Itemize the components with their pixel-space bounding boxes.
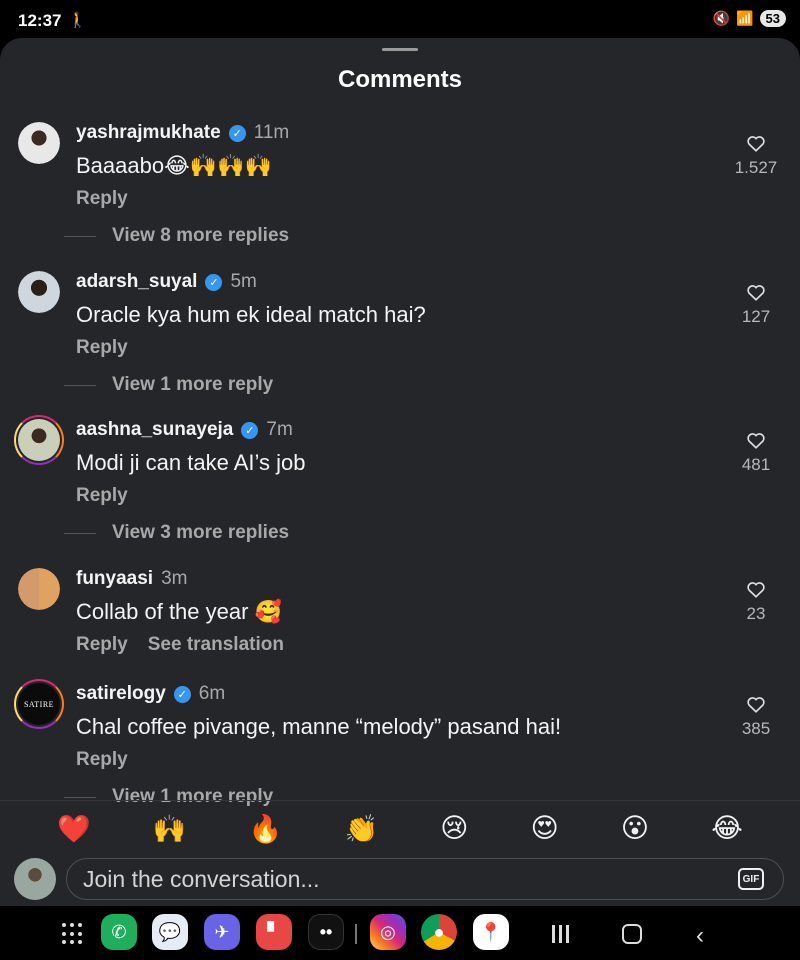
comment-time: 7m: [266, 419, 293, 440]
reply-button[interactable]: Reply: [76, 749, 128, 771]
back-icon[interactable]: ‹: [696, 922, 704, 950]
heart-outline-icon: [747, 285, 765, 301]
like-count: 385: [741, 719, 771, 738]
phone-icon[interactable]: ✆: [101, 914, 137, 950]
avatar[interactable]: SATIRE: [14, 679, 64, 729]
quick-emoji-bar: ❤️ 🙌 🔥 👏 😢 😍 😮 😂: [0, 800, 800, 856]
comment-text: Modi ji can take AI’s job: [76, 450, 306, 475]
heart-outline-icon: [747, 136, 765, 152]
view-more-replies[interactable]: View 1 more reply: [63, 374, 273, 396]
dock-divider: [355, 924, 357, 944]
verified-badge-icon: ✓: [241, 421, 259, 439]
reply-button[interactable]: Reply: [76, 337, 128, 359]
comment-text: Baaaabo😂🙌🙌🙌: [76, 153, 272, 178]
my-avatar: [14, 858, 56, 900]
like-button[interactable]: 385: [726, 695, 786, 739]
heart-outline-icon: [747, 697, 765, 713]
walking-icon: 🚶: [68, 12, 87, 29]
mute-icon: 🔇: [712, 10, 731, 26]
comment-username[interactable]: funyaasi: [76, 568, 153, 590]
avatar[interactable]: [14, 415, 64, 465]
like-count: 127: [741, 307, 771, 326]
avatar[interactable]: [18, 271, 60, 313]
emoji-cry[interactable]: 😢: [440, 813, 468, 844]
like-button[interactable]: 127: [726, 283, 786, 327]
emoji-heart-eyes[interactable]: 😍: [531, 813, 559, 844]
like-count: 23: [746, 604, 766, 623]
comment-username[interactable]: adarsh_suyal: [76, 271, 197, 293]
like-button[interactable]: 23: [726, 580, 786, 624]
status-bar: 12:37 🚶 🔇 📶 53: [0, 0, 800, 40]
chrome-icon[interactable]: ●: [421, 914, 457, 950]
messages-icon[interactable]: 💬: [152, 914, 188, 950]
comment-time: 3m: [161, 568, 188, 589]
recent-apps-icon[interactable]: [552, 925, 569, 943]
home-icon[interactable]: [622, 924, 642, 944]
comment-input[interactable]: [66, 858, 784, 900]
internet-icon[interactable]: ✈: [204, 914, 240, 950]
maps-icon[interactable]: 📍: [473, 914, 509, 950]
heart-outline-icon: [747, 433, 765, 449]
comment-time: 6m: [198, 683, 226, 704]
comment-username[interactable]: yashrajmukhate: [76, 122, 221, 144]
like-count: 1.527: [734, 158, 778, 177]
camera-face-icon[interactable]: ••: [308, 914, 344, 950]
verified-badge-icon: ✓: [228, 124, 246, 142]
flipboard-icon[interactable]: ▘: [256, 914, 292, 950]
wifi-icon: 📶: [736, 10, 754, 26]
comment-composer: GIF: [0, 856, 800, 906]
view-more-replies[interactable]: View 8 more replies: [63, 225, 289, 247]
instagram-icon[interactable]: ◎: [370, 914, 406, 950]
emoji-fire[interactable]: 🔥: [249, 813, 283, 845]
like-button[interactable]: 1.527: [726, 134, 786, 178]
view-more-replies[interactable]: View 3 more replies: [63, 522, 289, 544]
like-count: 481: [741, 455, 771, 474]
emoji-clap[interactable]: 👏: [344, 813, 378, 845]
battery-badge: 53: [759, 10, 786, 27]
reply-button[interactable]: Reply: [76, 634, 128, 656]
emoji-surprised[interactable]: 😮: [621, 813, 649, 844]
comment-username[interactable]: satirelogy: [76, 683, 166, 705]
like-button[interactable]: 481: [726, 431, 786, 475]
reply-button[interactable]: Reply: [76, 188, 128, 210]
avatar[interactable]: [18, 122, 60, 164]
comment-username[interactable]: aashna_sunayeja: [76, 419, 233, 441]
avatar[interactable]: [18, 568, 60, 610]
reply-button[interactable]: Reply: [76, 485, 128, 507]
verified-badge-icon: ✓: [173, 685, 191, 703]
comment-text: Collab of the year 🥰: [76, 599, 282, 624]
status-indicators: 🔇 📶 53: [713, 10, 786, 27]
android-nav-bar: ✆ 💬 ✈ ▘ •• ◎ ● 📍 ‹: [0, 906, 800, 960]
heart-outline-icon: [747, 582, 765, 598]
emoji-heart[interactable]: ❤️: [57, 813, 91, 845]
gif-button[interactable]: GIF: [738, 868, 764, 890]
comment-text: Oracle kya hum ek ideal match hai?: [76, 302, 426, 327]
sheet-title: Comments: [337, 66, 463, 93]
verified-badge-icon: ✓: [205, 273, 223, 291]
status-time: 12:37: [18, 11, 62, 30]
see-translation-button[interactable]: See translation: [148, 634, 284, 656]
comment-time: 11m: [253, 122, 290, 143]
comment-text: Chal coffee pivange, manne “melody” pasa…: [76, 714, 562, 739]
sheet-grabber[interactable]: [382, 48, 418, 51]
comments-sheet: Comments yashrajmukhate ✓ 11m Baaaabo😂🙌🙌…: [0, 38, 800, 906]
emoji-raised-hands[interactable]: 🙌: [153, 813, 187, 845]
emoji-laugh[interactable]: 😂: [711, 813, 743, 844]
app-drawer-icon[interactable]: [62, 923, 84, 945]
comment-time: 5m: [230, 271, 257, 292]
